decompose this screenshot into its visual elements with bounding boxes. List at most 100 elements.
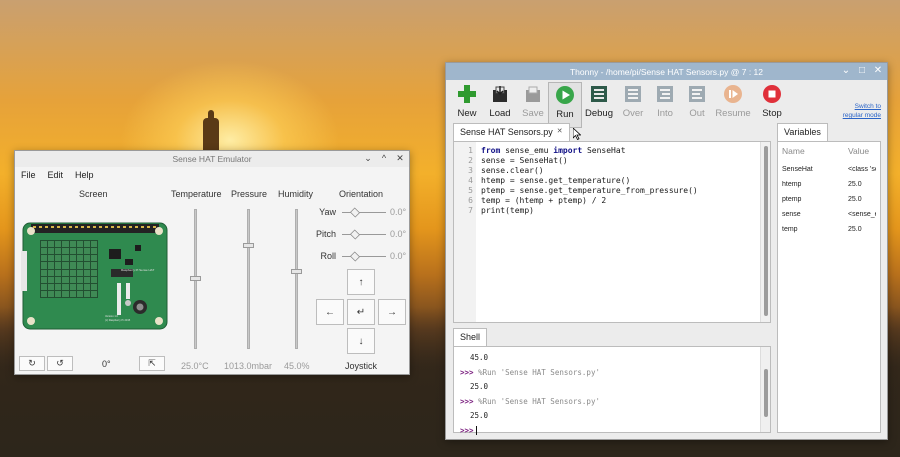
maximize-icon[interactable]: ^ xyxy=(379,153,389,164)
led-pixel[interactable] xyxy=(62,276,69,283)
led-pixel[interactable] xyxy=(48,255,55,262)
led-pixel[interactable] xyxy=(48,276,55,283)
yaw-slider[interactable] xyxy=(342,206,386,218)
code-line[interactable]: htemp = sense.get_temperature() xyxy=(481,176,698,186)
joystick-right-button[interactable]: → xyxy=(378,299,406,325)
led-pixel[interactable] xyxy=(48,248,55,255)
resume-button[interactable]: Resume xyxy=(715,82,751,128)
led-pixel[interactable] xyxy=(90,255,97,262)
led-pixel[interactable] xyxy=(55,290,62,297)
joystick-down-button[interactable]: ↓ xyxy=(347,328,375,354)
led-pixel[interactable] xyxy=(76,283,83,290)
shell-panel[interactable]: 45.0 >>> %Run 'Sense HAT Sensors.py' 25.… xyxy=(453,346,771,435)
variables-name-header[interactable]: Name xyxy=(782,146,848,156)
led-pixel[interactable] xyxy=(62,290,69,297)
led-pixel[interactable] xyxy=(41,241,48,248)
led-pixel[interactable] xyxy=(55,269,62,276)
led-pixel[interactable] xyxy=(55,276,62,283)
led-pixel[interactable] xyxy=(83,262,90,269)
step-out-button[interactable]: Out xyxy=(680,82,714,128)
led-pixel[interactable] xyxy=(76,269,83,276)
stop-button[interactable]: Stop xyxy=(755,82,789,128)
temperature-slider-knob[interactable] xyxy=(190,275,201,281)
led-pixel[interactable] xyxy=(76,241,83,248)
led-pixel[interactable] xyxy=(90,283,97,290)
roll-slider[interactable] xyxy=(342,250,386,262)
emulator-titlebar[interactable]: Sense HAT Emulator ⌄ ^ ✕ xyxy=(15,151,409,167)
close-icon[interactable]: ✕ xyxy=(873,65,883,76)
led-pixel[interactable] xyxy=(76,255,83,262)
code-line[interactable]: from sense_emu import SenseHat xyxy=(481,146,698,156)
minimize-icon[interactable]: ⌄ xyxy=(363,153,373,164)
pressure-slider[interactable] xyxy=(243,209,254,349)
export-button[interactable]: ⇱ xyxy=(139,356,165,371)
variables-tab[interactable]: Variables xyxy=(777,123,828,141)
joystick-enter-button[interactable]: ↵ xyxy=(347,299,375,325)
roll-slider-knob[interactable] xyxy=(349,250,361,262)
variable-row[interactable]: temp 25.0 xyxy=(778,222,880,237)
humidity-slider[interactable] xyxy=(291,209,302,349)
led-pixel[interactable] xyxy=(83,255,90,262)
code-line[interactable]: sense = SenseHat() xyxy=(481,156,698,166)
code-line[interactable]: temp = (htemp + ptemp) / 2 xyxy=(481,196,698,206)
menu-file[interactable]: File xyxy=(21,170,36,180)
led-pixel[interactable] xyxy=(55,283,62,290)
thonny-titlebar[interactable]: Thonny - /home/pi/Sense HAT Sensors.py @… xyxy=(446,63,887,80)
led-pixel[interactable] xyxy=(83,283,90,290)
variables-value-header[interactable]: Value xyxy=(848,146,876,156)
joystick-up-button[interactable]: ↑ xyxy=(347,269,375,295)
close-icon[interactable]: ✕ xyxy=(395,153,405,164)
variable-row[interactable]: ptemp 25.0 xyxy=(778,192,880,207)
led-pixel[interactable] xyxy=(83,276,90,283)
shell-scrollbar-thumb[interactable] xyxy=(764,369,768,417)
minimize-icon[interactable]: ⌄ xyxy=(841,65,851,76)
temperature-slider[interactable] xyxy=(190,209,201,349)
shell-tab[interactable]: Shell xyxy=(453,328,488,346)
editor-scrollbar-thumb[interactable] xyxy=(764,146,768,316)
led-pixel[interactable] xyxy=(76,262,83,269)
led-pixel[interactable] xyxy=(90,262,97,269)
variable-row[interactable]: htemp 25.0 xyxy=(778,177,880,192)
led-pixel[interactable] xyxy=(55,255,62,262)
led-pixel[interactable] xyxy=(83,290,90,297)
maximize-icon[interactable]: □ xyxy=(857,65,867,76)
led-pixel[interactable] xyxy=(62,255,69,262)
led-matrix[interactable] xyxy=(40,240,98,298)
editor-panel[interactable]: 1234567 from sense_emu import SenseHat se… xyxy=(453,141,771,323)
led-pixel[interactable] xyxy=(76,248,83,255)
led-pixel[interactable] xyxy=(69,248,76,255)
led-pixel[interactable] xyxy=(48,241,55,248)
led-pixel[interactable] xyxy=(69,255,76,262)
led-pixel[interactable] xyxy=(41,262,48,269)
led-pixel[interactable] xyxy=(48,262,55,269)
load-button[interactable]: Load xyxy=(483,82,517,128)
led-pixel[interactable] xyxy=(62,269,69,276)
code-line[interactable]: ptemp = sense.get_temperature_from_press… xyxy=(481,186,698,196)
code-lines[interactable]: from sense_emu import SenseHat sense = Se… xyxy=(481,146,698,216)
joystick-left-button[interactable]: ← xyxy=(316,299,344,325)
code-line[interactable]: sense.clear() xyxy=(481,166,698,176)
led-pixel[interactable] xyxy=(62,248,69,255)
switch-mode-link[interactable]: Switch to regular mode xyxy=(843,102,881,120)
led-pixel[interactable] xyxy=(76,290,83,297)
led-pixel[interactable] xyxy=(62,283,69,290)
save-button[interactable]: Save xyxy=(516,82,550,128)
led-pixel[interactable] xyxy=(62,262,69,269)
led-pixel[interactable] xyxy=(41,283,48,290)
led-pixel[interactable] xyxy=(69,276,76,283)
new-button[interactable]: New xyxy=(450,82,484,128)
led-pixel[interactable] xyxy=(69,290,76,297)
run-button[interactable]: Run xyxy=(548,82,582,128)
led-pixel[interactable] xyxy=(55,248,62,255)
pitch-slider-knob[interactable] xyxy=(349,228,361,240)
led-pixel[interactable] xyxy=(90,269,97,276)
led-pixel[interactable] xyxy=(83,269,90,276)
led-pixel[interactable] xyxy=(90,290,97,297)
led-pixel[interactable] xyxy=(90,248,97,255)
led-pixel[interactable] xyxy=(83,248,90,255)
led-pixel[interactable] xyxy=(90,276,97,283)
rotate-ccw-button[interactable]: ↺ xyxy=(47,356,73,371)
shell-scrollbar[interactable] xyxy=(760,347,770,432)
led-pixel[interactable] xyxy=(76,276,83,283)
code-editor[interactable]: 1234567 from sense_emu import SenseHat se… xyxy=(454,142,760,322)
